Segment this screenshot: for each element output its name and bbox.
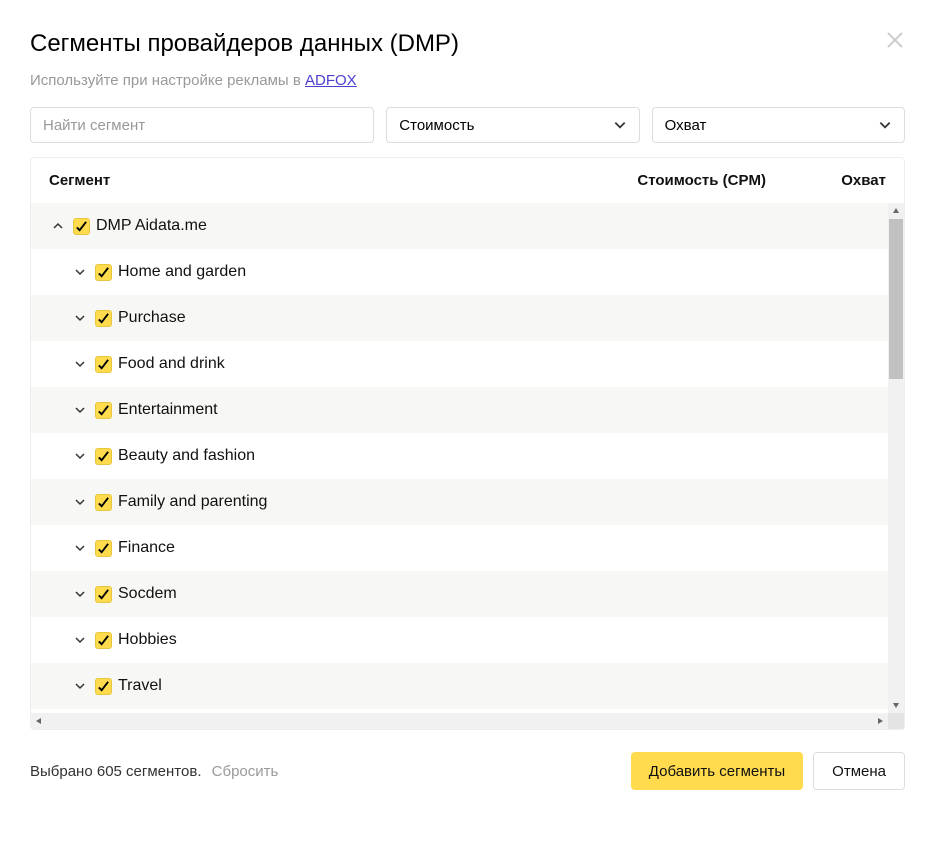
tree-child-row[interactable]: Purchase	[31, 295, 904, 341]
expand-icon[interactable]	[71, 266, 89, 278]
column-segment: Сегмент	[49, 172, 566, 189]
tree-root-row[interactable]: DMP Aidata.me	[31, 203, 904, 249]
checkbox[interactable]	[95, 356, 112, 373]
tree-child-row[interactable]: Socdem	[31, 571, 904, 617]
cost-filter-label: Стоимость	[399, 117, 474, 134]
scroll-right-icon[interactable]	[872, 713, 888, 729]
checkbox[interactable]	[95, 494, 112, 511]
close-icon[interactable]	[885, 30, 905, 50]
checkbox[interactable]	[95, 310, 112, 327]
expand-icon[interactable]	[71, 542, 89, 554]
checkbox[interactable]	[95, 678, 112, 695]
tree-child-label: Family and parenting	[118, 493, 267, 511]
dialog-title: Сегменты провайдеров данных (DMP)	[30, 30, 459, 58]
cancel-button[interactable]: Отмена	[813, 752, 905, 790]
tree-child-label: Purchase	[118, 309, 186, 327]
scrollbar-corner	[888, 713, 904, 729]
table-header: Сегмент Стоимость (CPM) Охват	[31, 158, 904, 203]
vertical-scrollbar[interactable]	[888, 203, 904, 713]
reset-link[interactable]: Сбросить	[212, 763, 279, 780]
collapse-icon[interactable]	[49, 220, 67, 232]
tree-child-row[interactable]: Family and parenting	[31, 479, 904, 525]
chevron-down-icon	[613, 118, 627, 132]
scroll-down-icon[interactable]	[888, 697, 904, 713]
column-reach: Охват	[766, 172, 886, 189]
selected-count-text: Выбрано 605 сегментов.	[30, 763, 201, 780]
tree-child-row[interactable]: Travel	[31, 663, 904, 709]
column-cost: Стоимость (CPM)	[566, 172, 766, 189]
tree-child-row[interactable]: Hobbies	[31, 617, 904, 663]
reach-filter-select[interactable]: Охват	[652, 107, 905, 143]
table-body: DMP Aidata.me Home and garden Purchase F…	[31, 203, 904, 713]
add-segments-button[interactable]: Добавить сегменты	[631, 752, 803, 790]
checkbox[interactable]	[95, 586, 112, 603]
cost-filter-select[interactable]: Стоимость	[386, 107, 639, 143]
scroll-up-icon[interactable]	[888, 203, 904, 219]
expand-icon[interactable]	[71, 680, 89, 692]
tree-child-row[interactable]: Home and garden	[31, 249, 904, 295]
segments-table: Сегмент Стоимость (CPM) Охват DMP Aidata…	[30, 157, 905, 730]
expand-icon[interactable]	[71, 496, 89, 508]
scroll-left-icon[interactable]	[31, 713, 47, 729]
expand-icon[interactable]	[71, 634, 89, 646]
reach-filter-label: Охват	[665, 117, 707, 134]
expand-icon[interactable]	[71, 404, 89, 416]
tree-child-label: Home and garden	[118, 263, 246, 281]
scroll-track-h[interactable]	[47, 713, 872, 729]
scroll-track[interactable]	[888, 219, 904, 697]
tree-child-label: Food and drink	[118, 355, 225, 373]
tree-child-label: Socdem	[118, 585, 177, 603]
adfox-link[interactable]: ADFOX	[305, 72, 357, 89]
checkbox[interactable]	[95, 448, 112, 465]
scroll-thumb[interactable]	[889, 219, 903, 379]
expand-icon[interactable]	[71, 312, 89, 324]
expand-icon[interactable]	[71, 450, 89, 462]
tree-child-label: Travel	[118, 677, 162, 695]
expand-icon[interactable]	[71, 358, 89, 370]
subheader-text: Используйте при настройке рекламы в	[30, 72, 305, 89]
tree-child-label: Beauty and fashion	[118, 447, 255, 465]
tree-child-row[interactable]: Food and drink	[31, 341, 904, 387]
tree-child-label: Entertainment	[118, 401, 218, 419]
subheader: Используйте при настройке рекламы в ADFO…	[30, 72, 905, 89]
horizontal-scrollbar[interactable]	[31, 713, 904, 729]
tree-child-row[interactable]: Beauty and fashion	[31, 433, 904, 479]
checkbox[interactable]	[95, 540, 112, 557]
expand-icon[interactable]	[71, 588, 89, 600]
checkbox[interactable]	[95, 264, 112, 281]
checkbox[interactable]	[95, 632, 112, 649]
tree-child-row[interactable]: Entertainment	[31, 387, 904, 433]
chevron-down-icon	[878, 118, 892, 132]
tree-child-label: Hobbies	[118, 631, 177, 649]
search-input[interactable]	[30, 107, 374, 143]
tree-root-label: DMP Aidata.me	[96, 217, 207, 235]
checkbox[interactable]	[95, 402, 112, 419]
tree-child-label: Finance	[118, 539, 175, 557]
checkbox[interactable]	[73, 218, 90, 235]
tree-child-row[interactable]: Finance	[31, 525, 904, 571]
